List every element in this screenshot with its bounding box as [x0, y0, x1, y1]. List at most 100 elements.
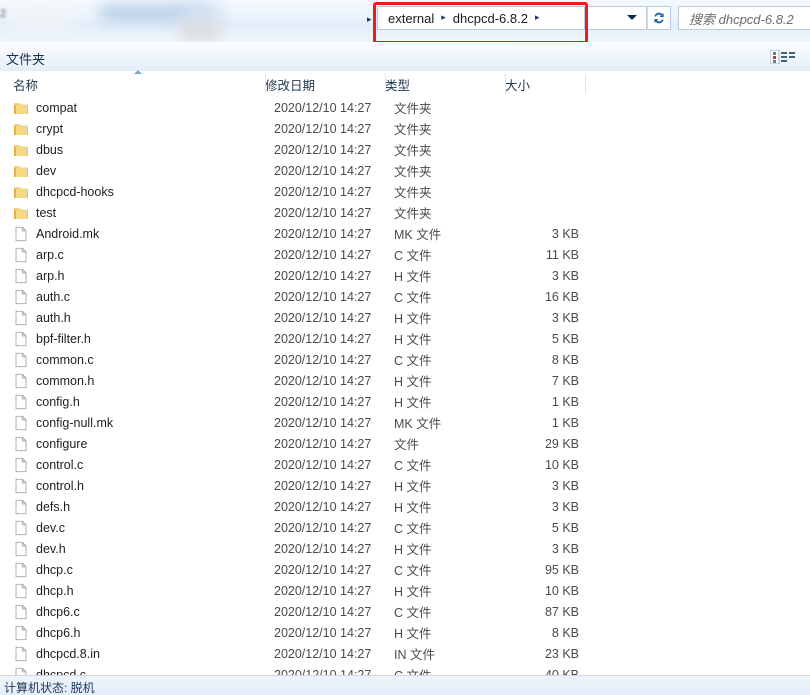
file-icon	[15, 562, 27, 577]
file-date-cell: 2020/12/10 14:27	[274, 373, 372, 388]
file-name-cell[interactable]: dhcp6.c	[13, 604, 80, 620]
file-row[interactable]: dev 2020/12/10 14:27 文件夹	[0, 160, 810, 181]
file-size-cell: 3 KB	[551, 310, 579, 325]
column-header-type[interactable]: 类型	[376, 71, 496, 97]
file-row[interactable]: bpf-filter.h 2020/12/10 14:27 H 文件 5 KB	[0, 328, 810, 349]
file-name-cell[interactable]: control.c	[13, 457, 83, 473]
file-row[interactable]: defs.h 2020/12/10 14:27 H 文件 3 KB	[0, 496, 810, 517]
chevron-down-icon[interactable]	[627, 15, 637, 20]
file-type-cell: H 文件	[394, 585, 432, 599]
file-size-cell: 16 KB	[544, 289, 579, 304]
file-name-cell[interactable]: dhcp.c	[13, 562, 73, 578]
file-name-cell[interactable]: dev.c	[13, 520, 65, 536]
file-name-cell[interactable]: common.h	[13, 373, 94, 389]
file-row[interactable]: common.h 2020/12/10 14:27 H 文件 7 KB	[0, 370, 810, 391]
column-header-date[interactable]: 修改日期	[256, 71, 376, 97]
file-row[interactable]: dhcpcd.8.in 2020/12/10 14:27 IN 文件 23 KB	[0, 643, 810, 664]
file-icon	[15, 373, 27, 388]
breadcrumb-item-dhcpcd[interactable]: dhcpcd-6.8.2	[453, 11, 528, 26]
file-row[interactable]: dev.h 2020/12/10 14:27 H 文件 3 KB	[0, 538, 810, 559]
file-row[interactable]: control.h 2020/12/10 14:27 H 文件 3 KB	[0, 475, 810, 496]
file-name-cell[interactable]: defs.h	[13, 499, 70, 515]
file-type-cell: C 文件	[394, 564, 432, 578]
file-name-cell[interactable]: dev	[13, 163, 56, 179]
file-name-cell[interactable]: Android.mk	[13, 226, 99, 242]
file-size-cell: 3 KB	[551, 268, 579, 283]
file-row[interactable]: auth.c 2020/12/10 14:27 C 文件 16 KB	[0, 286, 810, 307]
file-name-cell[interactable]: control.h	[13, 478, 84, 494]
file-name-cell[interactable]: dhcpcd-hooks	[13, 184, 114, 200]
file-row[interactable]: dev.c 2020/12/10 14:27 C 文件 5 KB	[0, 517, 810, 538]
file-row[interactable]: arp.c 2020/12/10 14:27 C 文件 11 KB	[0, 244, 810, 265]
file-name-label: auth.h	[36, 310, 71, 325]
breadcrumb-separator-icon-2[interactable]: ▸	[535, 12, 540, 23]
file-name-cell[interactable]: arp.h	[13, 268, 65, 284]
breadcrumb-item-external[interactable]: external	[388, 11, 434, 26]
file-name-cell[interactable]: dhcpcd.c	[13, 667, 86, 675]
file-row[interactable]: compat 2020/12/10 14:27 文件夹	[0, 97, 810, 118]
refresh-button[interactable]	[647, 6, 671, 30]
column-header-row: 名称 修改日期 类型 大小	[0, 71, 810, 98]
file-name-cell[interactable]: dhcpcd.8.in	[13, 646, 100, 662]
file-name-label: common.h	[36, 373, 95, 388]
address-bar-empty-area[interactable]	[585, 6, 647, 30]
file-name-cell[interactable]: dhcp.h	[13, 583, 74, 599]
file-name-cell[interactable]: bpf-filter.h	[13, 331, 91, 347]
file-type-cell: 文件夹	[394, 186, 432, 200]
file-row[interactable]: test 2020/12/10 14:27 文件夹	[0, 202, 810, 223]
file-name-cell[interactable]: common.c	[13, 352, 94, 368]
address-bar[interactable]: external ▸ dhcpcd-6.8.2 ▸	[377, 6, 585, 30]
file-list[interactable]: compat 2020/12/10 14:27 文件夹 crypt 2020/12/10…	[0, 97, 810, 675]
breadcrumb-separator-icon[interactable]: ▸	[441, 12, 446, 23]
search-box[interactable]: 搜索 dhcpcd-6.8.2	[678, 6, 810, 30]
file-row[interactable]: arp.h 2020/12/10 14:27 H 文件 3 KB	[0, 265, 810, 286]
file-name-cell[interactable]: configure	[13, 436, 87, 452]
column-divider-1[interactable]	[385, 74, 386, 94]
file-name-cell[interactable]: auth.c	[13, 289, 70, 305]
column-divider-3[interactable]	[585, 74, 586, 94]
column-header-name[interactable]: 名称	[4, 71, 256, 97]
details-view-icon[interactable]	[769, 49, 796, 65]
column-divider-0[interactable]	[265, 74, 266, 94]
file-type-cell: C 文件	[394, 354, 432, 368]
file-row[interactable]: dhcp.h 2020/12/10 14:27 H 文件 10 KB	[0, 580, 810, 601]
file-type-cell: IN 文件	[394, 648, 435, 662]
file-name-cell[interactable]: auth.h	[13, 310, 71, 326]
file-type-cell: H 文件	[394, 270, 432, 284]
file-row[interactable]: dbus 2020/12/10 14:27 文件夹	[0, 139, 810, 160]
file-date-cell: 2020/12/10 14:27	[274, 562, 372, 577]
file-name-cell[interactable]: dev.h	[13, 541, 66, 557]
file-icon	[15, 352, 27, 367]
file-row[interactable]: configure 2020/12/10 14:27 文件 29 KB	[0, 433, 810, 454]
file-row[interactable]: dhcp.c 2020/12/10 14:27 C 文件 95 KB	[0, 559, 810, 580]
file-row[interactable]: auth.h 2020/12/10 14:27 H 文件 3 KB	[0, 307, 810, 328]
file-name-cell[interactable]: dbus	[13, 142, 63, 158]
column-divider-2[interactable]	[505, 74, 506, 94]
file-name-cell[interactable]: arp.c	[13, 247, 64, 263]
file-row[interactable]: common.c 2020/12/10 14:27 C 文件 8 KB	[0, 349, 810, 370]
file-icon	[15, 541, 27, 556]
file-row[interactable]: dhcp6.h 2020/12/10 14:27 H 文件 8 KB	[0, 622, 810, 643]
breadcrumb-overflow-arrow[interactable]: ▸	[367, 15, 372, 24]
file-name-cell[interactable]: test	[13, 205, 56, 221]
file-name-cell[interactable]: crypt	[13, 121, 63, 137]
file-row[interactable]: config-null.mk 2020/12/10 14:27 MK 文件 1 KB	[0, 412, 810, 433]
file-name-cell[interactable]: config-null.mk	[13, 415, 113, 431]
file-row[interactable]: dhcp6.c 2020/12/10 14:27 C 文件 87 KB	[0, 601, 810, 622]
search-input[interactable]: 搜索 dhcpcd-6.8.2	[689, 9, 794, 28]
file-size-cell: 1 KB	[551, 394, 579, 409]
file-type-cell: C 文件	[394, 665, 432, 675]
file-name-cell[interactable]: dhcp6.h	[13, 625, 80, 641]
file-row[interactable]: control.c 2020/12/10 14:27 C 文件 10 KB	[0, 454, 810, 475]
file-row[interactable]: Android.mk 2020/12/10 14:27 MK 文件 3 KB	[0, 223, 810, 244]
toolbar-folder-label[interactable]: 文件夹	[6, 49, 45, 68]
file-name-cell[interactable]: compat	[13, 100, 77, 116]
file-row[interactable]: dhcpcd-hooks 2020/12/10 14:27 文件夹	[0, 181, 810, 202]
file-date-cell: 2020/12/10 14:27	[274, 646, 372, 661]
file-name-cell[interactable]: config.h	[13, 394, 80, 410]
file-row[interactable]: config.h 2020/12/10 14:27 H 文件 1 KB	[0, 391, 810, 412]
column-header-size[interactable]: 大小	[496, 71, 576, 97]
file-row[interactable]: crypt 2020/12/10 14:27 文件夹	[0, 118, 810, 139]
file-row[interactable]: dhcpcd.c 2020/12/10 14:27 C 文件 40 KB	[0, 664, 810, 675]
file-name-label: config-null.mk	[36, 415, 114, 430]
